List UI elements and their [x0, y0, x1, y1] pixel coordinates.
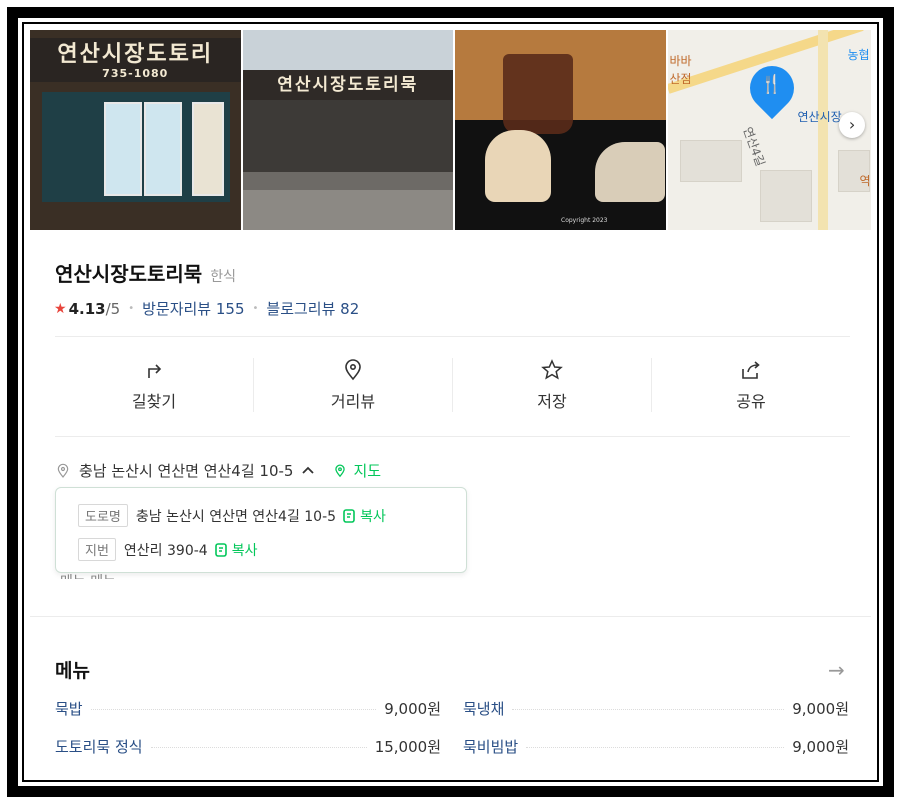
menu-title: 메뉴	[55, 660, 90, 682]
restaurant-icon: 🍴	[760, 74, 783, 95]
streetview-pin-icon	[345, 359, 361, 381]
rating-value: 4.13	[68, 299, 106, 318]
road-address-tag: 도로명	[78, 504, 128, 527]
menu-item-name: 묵냉채	[463, 700, 505, 718]
address-row[interactable]: 충남 논산시 연산면 연산4길 10-5 지도	[55, 460, 381, 481]
menu-item-price: 9,000원	[384, 700, 441, 718]
directions-label: 길찾기	[131, 392, 177, 411]
map-label-1: 바바	[669, 54, 692, 68]
title-row: 연산시장도토리묵 한식	[55, 258, 236, 287]
menu-item[interactable]: 묵밥 9,000원	[55, 698, 441, 719]
action-bar: 길찾기 거리뷰 저장 공유	[55, 348, 850, 418]
place-category: 한식	[210, 269, 236, 285]
copy-label: 복사	[360, 508, 386, 525]
star-outline-icon	[541, 359, 563, 380]
map-label-2: 산점	[669, 72, 692, 86]
divider	[55, 436, 850, 437]
share-label: 공유	[736, 392, 766, 411]
shop-sign: 연산시장도토리 735-1080	[30, 38, 241, 82]
directions-icon	[148, 364, 162, 378]
menu-item[interactable]: 묵비빔밥 9,000원	[463, 736, 849, 757]
directions-button[interactable]: 길찾기	[55, 358, 254, 412]
blog-reviews-link[interactable]: 블로그리뷰 82	[266, 298, 359, 319]
share-icon	[742, 361, 760, 379]
storefront-shape	[42, 92, 230, 202]
road-address-line: 도로명 충남 논산시 연산면 연산4길 10-5 복사	[78, 504, 386, 527]
share-button[interactable]: 공유	[652, 358, 850, 412]
streetview-button[interactable]: 거리뷰	[254, 358, 453, 412]
lot-address-value: 연산리 390-4	[123, 542, 208, 559]
section-divider	[30, 616, 871, 617]
lot-address-tag: 지번	[78, 538, 116, 561]
menu-item-price: 15,000원	[374, 738, 441, 756]
copy-lot-address-button[interactable]: 복사	[214, 540, 258, 560]
photo-watermark: Copyright 2023	[561, 217, 608, 224]
place-card: 연산시장도토리 735-1080 연산시장도토리묵 Copyright 2023	[30, 30, 871, 770]
rating-row: ★ 4.13 /5 • 방문자리뷰 155 • 블로그리뷰 82	[54, 298, 359, 319]
save-button[interactable]: 저장	[453, 358, 652, 412]
divider	[55, 336, 850, 337]
save-label: 저장	[537, 392, 567, 411]
separator-dot: •	[252, 303, 259, 314]
copy-label: 복사	[231, 542, 258, 559]
shop-sign-phone: 735-1080	[102, 67, 169, 80]
photo-storefront-2[interactable]: 연산시장도토리묵	[242, 30, 453, 230]
address-popover: 도로명 충남 논산시 연산면 연산4길 10-5 복사 지번 연산리 390-4…	[55, 487, 467, 573]
map-link[interactable]: 지도	[333, 460, 381, 481]
map-thumbnail[interactable]: 바바 산점 농협 연산시장 연산4길 역 🍴 ›	[667, 30, 871, 230]
map-link-label: 지도	[353, 462, 382, 480]
copy-icon	[343, 508, 355, 523]
map-label-3: 농협	[847, 48, 870, 62]
road-address-value: 충남 논산시 연산면 연산4길 10-5	[135, 508, 337, 525]
lot-address-line: 지번 연산리 390-4 복사	[78, 538, 257, 561]
photo-storefront-1[interactable]: 연산시장도토리 735-1080	[30, 30, 241, 230]
photo-coffee[interactable]: Copyright 2023	[455, 30, 666, 230]
visitor-reviews-link[interactable]: 방문자리뷰 155	[142, 298, 244, 319]
menu-item-price: 9,000원	[792, 738, 849, 756]
star-icon: ★	[54, 300, 67, 317]
map-pin-green-icon	[335, 464, 346, 477]
menu-item-price: 9,000원	[792, 700, 849, 718]
menu-item[interactable]: 도토리묵 정식 15,000원	[55, 736, 441, 757]
copy-road-address-button[interactable]: 복사	[342, 506, 386, 526]
place-name: 연산시장도토리묵	[55, 262, 203, 286]
rating-max: /5	[105, 299, 121, 318]
address-text: 충남 논산시 연산면 연산4길 10-5	[79, 462, 294, 480]
map-label-5: 연산4길	[739, 125, 767, 169]
photo-next-icon[interactable]: ›	[839, 112, 866, 138]
menu-more-arrow-icon[interactable]: →	[828, 658, 845, 682]
photo-strip: 연산시장도토리 735-1080 연산시장도토리묵 Copyright 2023	[30, 30, 871, 230]
copy-icon	[214, 542, 227, 557]
map-label-6: 역	[859, 174, 871, 188]
menu-item[interactable]: 묵냉채 9,000원	[463, 698, 849, 719]
streetview-label: 거리뷰	[330, 392, 376, 411]
menu-item-name: 도토리묵 정식	[55, 738, 143, 756]
menu-item-name: 묵밥	[55, 700, 83, 718]
menu-item-name: 묵비빔밥	[463, 738, 519, 756]
map-label-4: 연산시장	[797, 110, 842, 124]
chevron-up-icon[interactable]	[301, 464, 323, 478]
shop-sign-2: 연산시장도토리묵	[242, 70, 453, 100]
separator-dot: •	[128, 303, 135, 314]
location-pin-icon	[57, 463, 69, 478]
